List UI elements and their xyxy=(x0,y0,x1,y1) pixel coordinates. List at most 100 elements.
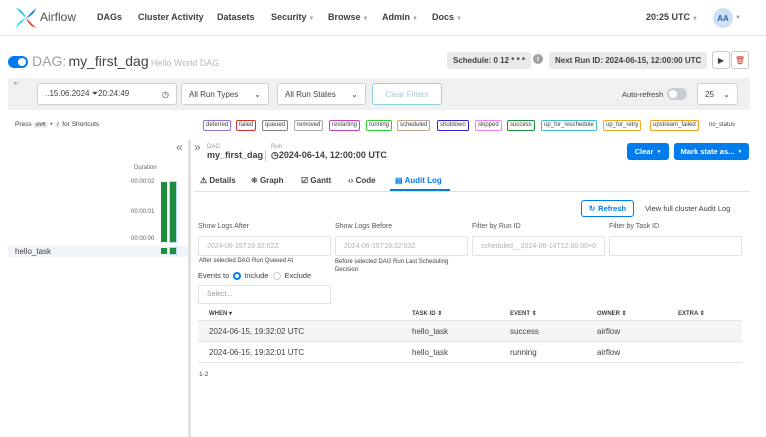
panel-divider[interactable] xyxy=(188,140,191,437)
col-extra[interactable]: EXTRA ⇕ xyxy=(678,310,705,317)
run-state-select[interactable]: All Run States ⌄ xyxy=(277,83,366,105)
legend-skipped[interactable]: skipped xyxy=(475,120,502,131)
shortcuts-hint: Press shift + / for Shortcuts xyxy=(15,121,99,128)
legend-restarting[interactable]: restarting xyxy=(329,120,361,131)
shortcut-key-slash: / xyxy=(54,122,61,128)
clear-run-button[interactable]: Clear ▼ xyxy=(627,143,669,160)
legend-shutdown[interactable]: shutdown xyxy=(437,120,469,131)
breadcrumb-dag-id[interactable]: my_first_dag xyxy=(207,150,263,160)
show-before-input[interactable]: 2024-06-15T19:32:03Z xyxy=(335,236,468,256)
mark-state-button[interactable]: Mark state as... ▼ xyxy=(674,143,749,160)
col-event[interactable]: EVENT ⇕ xyxy=(510,310,537,317)
legend-removed[interactable]: removed xyxy=(294,120,324,131)
delete-dag-button[interactable]: 🗑 xyxy=(731,51,749,69)
tab-details[interactable]: ⚠ Details xyxy=(200,176,236,185)
tab-audit-log[interactable]: ▤ Audit Log xyxy=(395,176,442,185)
col-task-id-label: TASK ID xyxy=(412,311,436,317)
cell-owner: airflow xyxy=(597,327,621,336)
clear-filters-button[interactable]: Clear Filters xyxy=(372,83,442,105)
timezone-menu[interactable]: 20:25 UTC ▼ xyxy=(646,12,698,22)
col-owner[interactable]: OWNER ⇕ xyxy=(597,310,627,317)
page-size-select[interactable]: 25 ⌄ xyxy=(697,83,738,105)
graph-icon: ⁜ xyxy=(251,176,258,185)
cell-event: success xyxy=(510,327,539,336)
col-task-id[interactable]: TASK ID ⇕ xyxy=(412,310,442,317)
nav-docs[interactable]: Docs ▼ xyxy=(432,12,462,22)
filter-run-input[interactable]: scheduled__2024-06-14T12:00:00+0 xyxy=(472,236,605,256)
play-icon: ▶ xyxy=(717,55,725,65)
top-navbar: Airflow DAGs Cluster Activity Datasets S… xyxy=(0,0,766,36)
nav-admin[interactable]: Admin ▼ xyxy=(382,12,418,22)
chevron-down-icon: ▼ xyxy=(456,16,462,22)
filter-task-input[interactable] xyxy=(609,236,742,256)
breadcrumb-run-id[interactable]: ◷2024-06-14, 12:00:00 UTC xyxy=(271,150,387,161)
collapse-grid-icon[interactable]: « xyxy=(176,140,183,154)
task-instance-box-selected[interactable] xyxy=(170,248,176,254)
chevron-down-icon: ⌄ xyxy=(254,89,261,99)
col-when[interactable]: WHEN ▾ xyxy=(209,310,232,317)
legend-success[interactable]: success xyxy=(507,120,535,131)
legend-deferred[interactable]: deferred xyxy=(203,120,232,131)
tab-gantt-label: Gantt xyxy=(310,176,332,185)
dag-run-bar[interactable] xyxy=(161,182,167,242)
legend-queued[interactable]: queued xyxy=(262,120,289,131)
task-name[interactable]: hello_task xyxy=(15,247,51,256)
mark-state-label: Mark state as... xyxy=(680,147,735,156)
brand-name[interactable]: Airflow xyxy=(40,10,76,24)
trigger-dag-button[interactable]: ▶ xyxy=(712,51,730,69)
shortcuts-press: Press xyxy=(15,121,32,128)
legend-up-for-reschedule[interactable]: up_for_reschedule xyxy=(541,120,597,131)
dag-description: Hello World DAG xyxy=(150,58,220,68)
event-select[interactable]: Select... xyxy=(198,285,331,304)
refresh-audit-button[interactable]: ↻ Refresh xyxy=(581,200,634,217)
sort-desc-icon: ▾ xyxy=(229,311,233,317)
nav-datasets[interactable]: Datasets xyxy=(217,12,255,22)
nav-browse[interactable]: Browse ▼ xyxy=(328,12,368,22)
full-audit-log-link[interactable]: View full cluster Audit Log xyxy=(645,204,730,213)
airflow-logo-icon[interactable] xyxy=(14,6,38,30)
legend-failed[interactable]: failed xyxy=(236,120,257,131)
legend-upstream-failed[interactable]: upstream_failed xyxy=(650,120,699,131)
before-hint: Before selected DAG Run Last Scheduling … xyxy=(335,259,449,273)
col-extra-label: EXTRA xyxy=(678,311,699,317)
run-type-select[interactable]: All Run Types ⌄ xyxy=(181,83,269,105)
nav-security[interactable]: Security ▼ xyxy=(271,12,314,22)
reset-filter-icon[interactable]: ⇤ xyxy=(14,80,19,87)
legend-running[interactable]: running xyxy=(366,120,393,131)
legend-up-for-retry[interactable]: up_for_retry xyxy=(603,120,642,131)
tab-gantt[interactable]: ☑ Gantt xyxy=(301,176,331,185)
info-icon[interactable]: i xyxy=(533,54,543,64)
cell-owner: airflow xyxy=(597,348,621,357)
avatar: AA xyxy=(713,8,733,28)
include-radio[interactable] xyxy=(233,271,242,280)
chevron-down-icon: ▼ xyxy=(412,16,418,22)
nav-dags[interactable]: DAGs xyxy=(97,12,122,22)
show-before-label: Show Logs Before xyxy=(335,223,393,230)
auto-refresh-toggle[interactable] xyxy=(667,88,687,100)
tab-code[interactable]: ‹› Code xyxy=(348,176,376,185)
show-after-input[interactable]: 2024-06-15T19:32:02Z xyxy=(198,236,331,256)
chevron-down-icon: ▼ xyxy=(692,16,698,22)
task-instance-box[interactable] xyxy=(161,248,167,254)
dag-pause-toggle[interactable] xyxy=(8,56,28,68)
tab-details-label: Details xyxy=(209,176,236,185)
expand-grid-icon[interactable]: » xyxy=(194,140,201,154)
refresh-icon: ↻ xyxy=(588,204,596,213)
sort-icon: ⇕ xyxy=(699,311,705,317)
chevron-down-icon: ▼ xyxy=(737,148,743,155)
dag-run-bar-selected[interactable] xyxy=(170,182,176,242)
legend-scheduled[interactable]: scheduled xyxy=(397,120,431,131)
user-menu[interactable]: AA ▼ xyxy=(713,8,741,28)
legend-no-status[interactable]: no_status xyxy=(706,120,739,131)
nav-cluster-activity[interactable]: Cluster Activity xyxy=(138,12,204,22)
col-when-label: WHEN xyxy=(209,311,228,317)
active-tab-underline xyxy=(390,189,450,191)
clear-run-label: Clear xyxy=(634,147,654,156)
dag-id-link[interactable]: my_first_dag xyxy=(68,53,148,69)
exclude-radio[interactable] xyxy=(273,271,282,280)
document-icon: ▤ xyxy=(395,176,403,185)
schedule-badge: Schedule: 0 12 * * * xyxy=(447,52,532,69)
tab-graph[interactable]: ⁜ Graph xyxy=(251,176,284,185)
grid-panel: « Duration 00:00:02 00:00:01 00:00:00 he… xyxy=(8,140,188,437)
base-date-input[interactable]: ..15.06.2024 ⏷20:24:49 ◷ xyxy=(37,83,177,105)
